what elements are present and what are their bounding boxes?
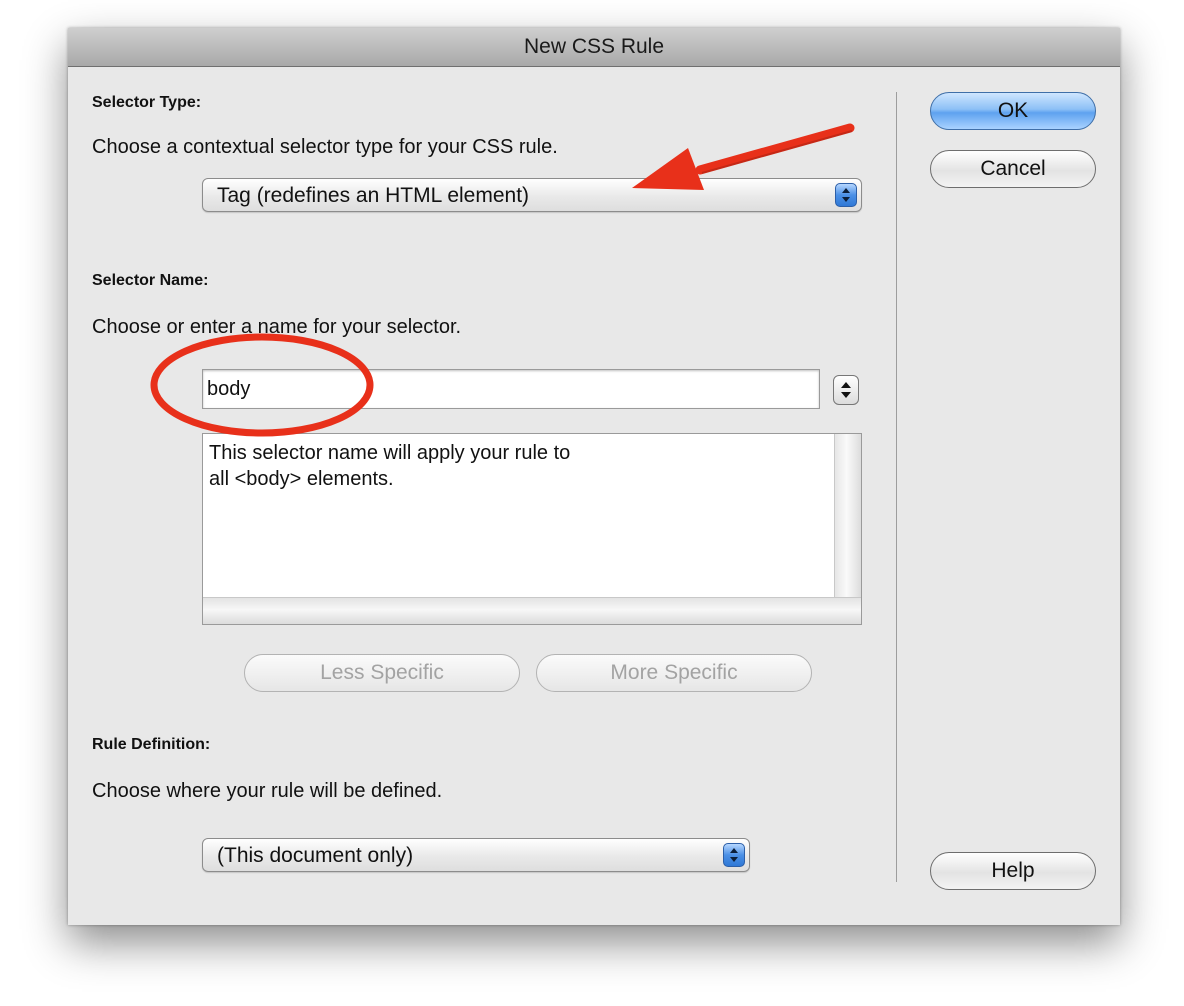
description-horizontal-scrollbar[interactable]	[203, 597, 861, 624]
selector-description-box: This selector name will apply your rule …	[202, 433, 862, 625]
ok-button[interactable]: OK	[930, 92, 1096, 130]
dialog-title: New CSS Rule	[523, 35, 665, 58]
dialog-titlebar[interactable]: New CSS Rule	[68, 28, 1120, 67]
selector-type-popup[interactable]: Tag (redefines an HTML element)	[202, 178, 862, 212]
selector-description-text: This selector name will apply your rule …	[209, 442, 571, 490]
new-css-rule-dialog: New CSS Rule Selector Type: Choose a con…	[68, 28, 1120, 925]
description-vertical-scrollbar[interactable]	[834, 434, 861, 599]
help-button[interactable]: Help	[930, 852, 1096, 890]
selector-type-value: Tag (redefines an HTML element)	[217, 184, 530, 207]
stepper-arrows-icon	[841, 382, 851, 398]
selector-type-heading: Selector Type:	[92, 94, 202, 111]
rule-definition-value: (This document only)	[217, 844, 414, 867]
selector-name-heading: Selector Name:	[92, 272, 209, 289]
selector-type-instruction: Choose a contextual selector type for yo…	[92, 136, 558, 158]
rule-definition-popup[interactable]: (This document only)	[202, 838, 750, 872]
popup-arrows-icon	[723, 843, 745, 867]
popup-arrows-icon	[835, 183, 857, 207]
selector-name-dropdown-button[interactable]	[833, 375, 859, 405]
less-specific-button[interactable]: Less Specific	[244, 654, 520, 692]
screenshot-stage: New CSS Rule Selector Type: Choose a con…	[0, 0, 1184, 1006]
more-specific-button[interactable]: More Specific	[536, 654, 812, 692]
selector-name-instruction: Choose or enter a name for your selector…	[92, 316, 462, 338]
cancel-button[interactable]: Cancel	[930, 150, 1096, 188]
selector-name-input[interactable]: body	[202, 369, 820, 409]
rule-definition-instruction: Choose where your rule will be defined.	[92, 780, 443, 802]
vertical-separator	[896, 92, 897, 882]
rule-definition-heading: Rule Definition:	[92, 736, 211, 753]
